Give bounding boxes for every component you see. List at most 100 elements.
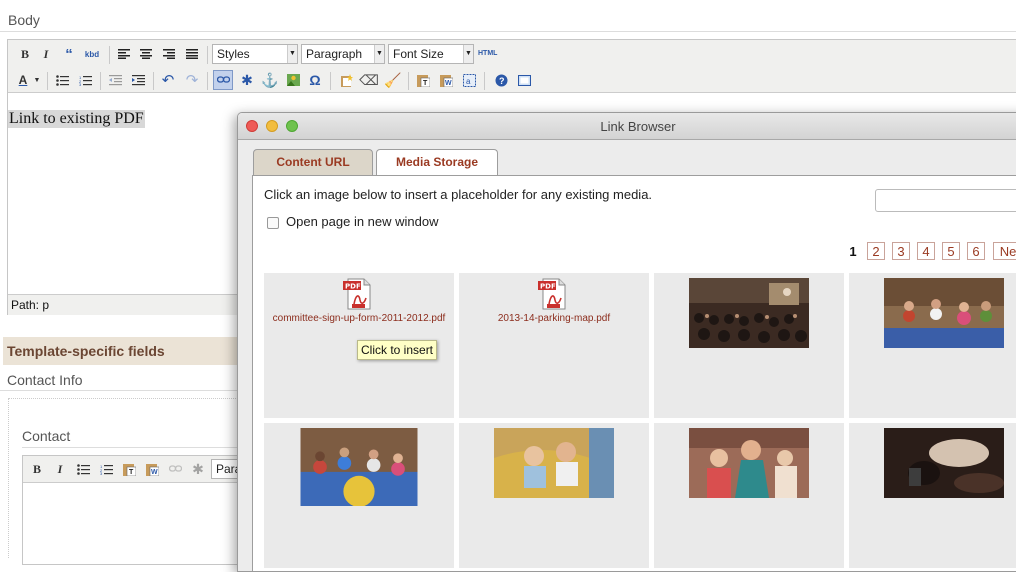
media-item[interactable]: [264, 423, 454, 568]
contact-info-label: Contact Info: [7, 372, 83, 388]
align-center-icon: [140, 49, 152, 59]
align-center-button[interactable]: [136, 44, 156, 64]
link-icon: [168, 465, 182, 472]
image-icon: [286, 74, 300, 86]
font-size-select[interactable]: Font Size ▼: [388, 44, 474, 64]
dialog-title: Link Browser: [600, 119, 676, 134]
contact-label: Contact: [22, 428, 71, 444]
numbered-list-button[interactable]: 123: [75, 70, 95, 90]
svg-text:T: T: [423, 80, 428, 87]
undo-button[interactable]: ↶: [158, 70, 178, 90]
toolbar-separator: [109, 46, 110, 64]
redo-button[interactable]: ↷: [182, 70, 202, 90]
media-search-input[interactable]: [875, 189, 1016, 212]
bold-button[interactable]: B: [15, 44, 35, 64]
kbd-button[interactable]: kbd: [82, 44, 102, 64]
editor-content-text[interactable]: Link to existing PDF: [8, 110, 145, 128]
toolbar-separator: [408, 72, 409, 90]
tab-content-url[interactable]: Content URL: [253, 149, 373, 175]
align-left-button[interactable]: [114, 44, 134, 64]
dialog-titlebar[interactable]: Link Browser: [238, 113, 1016, 140]
svg-text:a: a: [466, 77, 471, 86]
photo-thumbnail-classroom: [884, 278, 1004, 348]
select-all-button[interactable]: a: [459, 70, 479, 90]
indent-button[interactable]: [128, 70, 148, 90]
fullscreen-icon: [517, 74, 531, 86]
paste-text-button[interactable]: T: [119, 459, 139, 479]
blockquote-button[interactable]: “: [59, 44, 79, 64]
unlink-button[interactable]: ✱: [188, 459, 208, 479]
unlink-button[interactable]: ✱: [237, 70, 257, 90]
cleanup-button[interactable]: 🧹: [383, 70, 403, 90]
paste-special-button[interactable]: [336, 70, 356, 90]
media-filename: committee-sign-up-form-2011-2012.pdf: [272, 313, 446, 324]
eraser-button[interactable]: ⌫: [359, 70, 379, 90]
fullscreen-button[interactable]: [514, 70, 534, 90]
media-item[interactable]: [849, 273, 1016, 418]
bullet-list-button[interactable]: [73, 459, 93, 479]
paste-word-button[interactable]: W: [142, 459, 162, 479]
insert-tooltip: Click to insert: [357, 340, 437, 360]
tab-media-storage[interactable]: Media Storage: [376, 149, 498, 176]
bold-button[interactable]: B: [27, 459, 47, 479]
styles-select[interactable]: Styles ▼: [212, 44, 298, 64]
text-color-button[interactable]: A: [13, 70, 33, 90]
maximize-window-button[interactable]: [286, 120, 298, 132]
svg-text:PDF: PDF: [345, 283, 361, 291]
pagination-page-4[interactable]: 4: [917, 242, 935, 260]
media-filename: 2013-14-parking-map.pdf: [497, 313, 611, 324]
numbered-list-button[interactable]: 123: [96, 459, 116, 479]
paste-word-button[interactable]: W: [436, 70, 456, 90]
paste-text-icon: T: [416, 74, 430, 87]
paste-text-button[interactable]: T: [413, 70, 433, 90]
toolbar-separator: [100, 72, 101, 90]
toolbar-separator: [47, 72, 48, 90]
html-source-button[interactable]: HTML: [478, 50, 497, 57]
body-divider: [0, 31, 1016, 32]
block-format-value: Paragraph: [306, 47, 363, 61]
insert-link-button[interactable]: [213, 70, 233, 90]
open-new-window-checkbox[interactable]: [267, 217, 279, 229]
anchor-button[interactable]: ⚓: [260, 70, 280, 90]
numbered-list-icon: 123: [79, 75, 92, 86]
insert-image-button[interactable]: [283, 70, 303, 90]
pagination-next[interactable]: Ne: [993, 242, 1016, 260]
italic-button[interactable]: I: [36, 44, 56, 64]
minimize-window-button[interactable]: [266, 120, 278, 132]
italic-button[interactable]: I: [50, 459, 70, 479]
pagination-page-6[interactable]: 6: [967, 242, 985, 260]
photo-thumbnail-closeup: [884, 428, 1004, 498]
special-character-button[interactable]: Ω: [305, 70, 325, 90]
link-icon: [216, 76, 230, 83]
eraser-icon: ⌫: [359, 71, 379, 88]
clipboard-star-icon: [340, 73, 353, 87]
pagination-page-2[interactable]: 2: [867, 242, 885, 260]
block-format-select[interactable]: Paragraph ▼: [301, 44, 385, 64]
photo-thumbnail-slide: [494, 428, 614, 498]
outdent-button[interactable]: [105, 70, 125, 90]
align-right-button[interactable]: [159, 44, 179, 64]
toolbar-separator: [484, 72, 485, 90]
bullet-list-button[interactable]: [52, 70, 72, 90]
unlink-icon: ✱: [241, 71, 253, 88]
svg-text:?: ?: [499, 76, 505, 86]
help-icon: ?: [495, 74, 507, 86]
pagination-page-3[interactable]: 3: [892, 242, 910, 260]
pagination-page-5[interactable]: 5: [942, 242, 960, 260]
toolbar-separator: [330, 72, 331, 90]
outdent-icon: [108, 74, 122, 85]
svg-text:3: 3: [100, 471, 103, 475]
paste-text-icon: T: [122, 463, 136, 476]
media-item[interactable]: [654, 423, 844, 568]
font-size-value: Font Size: [393, 47, 444, 61]
media-item[interactable]: [849, 423, 1016, 568]
insert-link-button[interactable]: [165, 459, 185, 479]
media-item[interactable]: PDF 2013-14-parking-map.pdf: [459, 273, 649, 418]
justify-button[interactable]: [182, 44, 202, 64]
close-window-button[interactable]: [246, 120, 258, 132]
media-item[interactable]: [459, 423, 649, 568]
svg-text:PDF: PDF: [540, 283, 556, 291]
chevron-down-icon[interactable]: ▼: [32, 70, 42, 90]
media-item[interactable]: [654, 273, 844, 418]
help-button[interactable]: ?: [491, 70, 511, 90]
